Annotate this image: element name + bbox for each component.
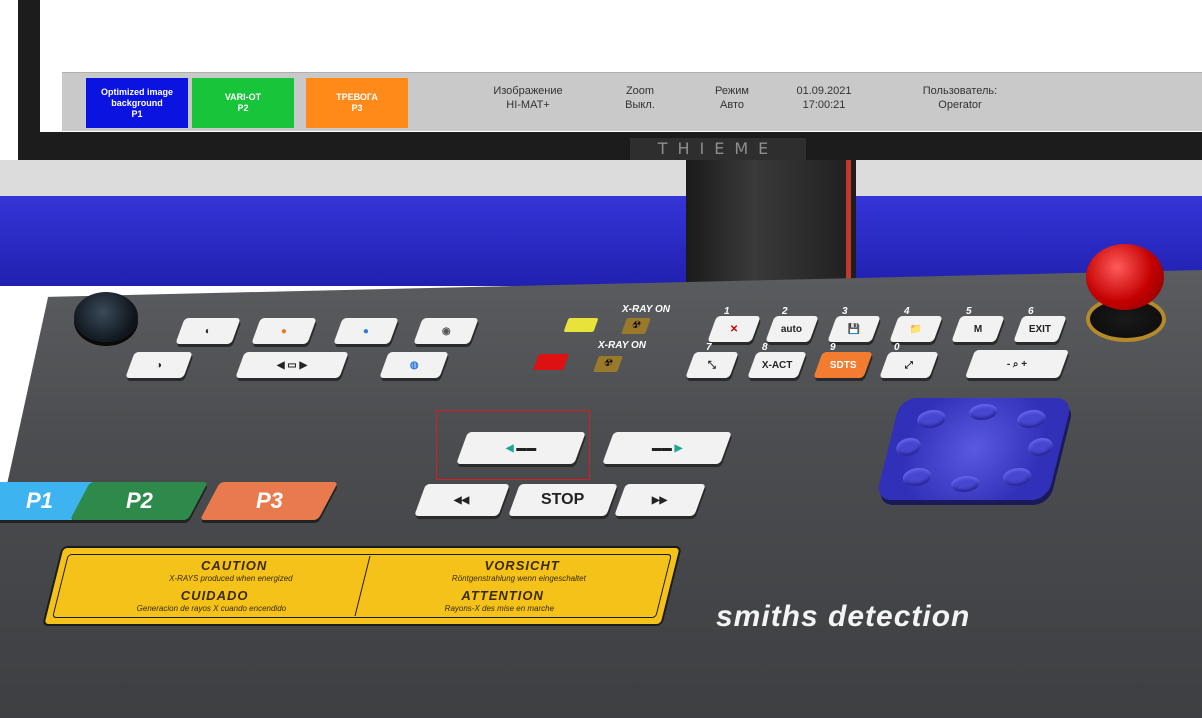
- image-mode-label: Изображение: [493, 85, 563, 97]
- exit-label: EXIT: [1028, 323, 1052, 335]
- f2-key[interactable]: ●: [251, 318, 317, 344]
- time-value: 17:00:21: [802, 99, 846, 111]
- zoom-area-icon: ⤡: [708, 359, 716, 371]
- monitor-stand-accent: [846, 160, 851, 280]
- preset-p1-panel[interactable]: Optimized image background P1: [86, 78, 188, 128]
- inorganic-icon: ●: [362, 325, 370, 337]
- image-navigation-pad[interactable]: [875, 398, 1073, 500]
- edge-icon: ◀ ▭ ▶: [276, 359, 308, 371]
- image-mode-value: HI-MAT+: [506, 99, 550, 111]
- organic-icon: ●: [280, 325, 288, 337]
- preset-p3-line1: ТРЕВОГА: [336, 92, 378, 102]
- preset-p3-code: P3: [351, 103, 363, 113]
- sdts-label: SDTS: [829, 359, 857, 371]
- datetime-field: 01.09.2021 17:00:21: [784, 84, 864, 112]
- xray-ready-lamp: [563, 318, 599, 332]
- zoom-field: Zoom Выкл.: [610, 84, 670, 112]
- preset-p2-code: P2: [237, 103, 249, 113]
- caution-de-title: VORSICHT: [484, 558, 560, 573]
- conveyor-left-icon: ◀ ▬▬: [505, 442, 537, 454]
- negative-key[interactable]: ◑: [125, 352, 193, 378]
- f1-key[interactable]: ◐: [175, 318, 241, 344]
- variable-icon: ◍: [409, 359, 419, 371]
- pad-down[interactable]: [949, 476, 982, 492]
- preset-key-p3-label: P3: [255, 488, 283, 513]
- user-label: Пользователь:: [922, 85, 998, 97]
- monitor-brand-logo: THIEME: [630, 138, 806, 160]
- xact-key[interactable]: X-ACT: [747, 352, 807, 378]
- conveyor-forward-key[interactable]: ▬▬ ▶: [602, 432, 732, 464]
- auto-label: auto: [781, 323, 803, 335]
- user-value: Operator: [938, 99, 982, 111]
- preset-p1-code: P1: [131, 108, 143, 119]
- manufacturer-logo: smiths detection: [716, 600, 971, 633]
- caution-en-title: CAUTION: [201, 558, 268, 573]
- pad-left[interactable]: [894, 438, 923, 456]
- mode-field: Режим Авто: [702, 84, 762, 112]
- contrast-icon: ◐: [204, 325, 212, 337]
- grayscale-icon: ◉: [441, 325, 451, 337]
- save-icon: 💾: [847, 323, 861, 335]
- fast-forward-icon: ▶▶: [652, 494, 668, 506]
- date-value: 01.09.2021: [796, 85, 852, 97]
- caution-fr-text: Rayons-X des mise en marche: [444, 604, 555, 613]
- menu-label: M: [973, 323, 983, 335]
- caution-en-text: X-RAYS produced when energized: [169, 574, 293, 583]
- pad-up[interactable]: [967, 404, 1000, 420]
- xray-on-label: X-RAY ON: [622, 304, 670, 315]
- conveyor-reverse-key[interactable]: ◀ ▬▬: [456, 432, 586, 464]
- mode-value: Авто: [720, 99, 744, 111]
- preset-key-p2-label: P2: [125, 488, 153, 513]
- pad-up-right[interactable]: [1015, 410, 1048, 428]
- preset-p2-line1: VARI-OT: [224, 92, 262, 102]
- pad-down-right[interactable]: [1000, 468, 1034, 486]
- caution-label: CAUTION X-RAYS produced when energized C…: [42, 546, 682, 626]
- conveyor-cover: [0, 196, 1202, 286]
- rewind-key[interactable]: ◀◀: [414, 484, 510, 516]
- zoom-label: Zoom: [625, 85, 655, 97]
- preset-p2-panel[interactable]: VARI-OT P2: [192, 78, 294, 128]
- variable-key[interactable]: ◍: [379, 352, 449, 378]
- xray-on-label: X-RAY ON: [598, 340, 646, 351]
- zoom-fit-key[interactable]: ⤢: [879, 352, 939, 378]
- caution-es-title: CUIDADO: [180, 588, 249, 603]
- preset-p1-line1: Optimized image: [100, 86, 173, 97]
- rewind-icon: ◀◀: [454, 494, 470, 506]
- caution-fr-title: ATTENTION: [461, 588, 544, 603]
- stop-label: STOP: [541, 491, 585, 508]
- mode-label: Режим: [715, 85, 749, 97]
- key-switch-knob[interactable]: [74, 292, 138, 342]
- stop-key[interactable]: STOP: [508, 484, 618, 516]
- folder-icon: 📁: [909, 323, 923, 335]
- caution-de-text: Röntgenstrahlung wenn eingeschaltet: [451, 574, 586, 583]
- f4-key[interactable]: ◉: [413, 318, 479, 344]
- pad-down-left[interactable]: [900, 468, 934, 486]
- zoom-rocker-key[interactable]: - ⌕ +: [964, 350, 1070, 378]
- pad-up-left[interactable]: [915, 410, 948, 428]
- caution-es-text: Generacion de rayos X cuando encendido: [136, 604, 287, 613]
- monitor-stand: [686, 160, 856, 290]
- sdts-key[interactable]: SDTS: [813, 352, 873, 378]
- x-icon: ✕: [729, 323, 739, 335]
- negative-icon: ◑: [155, 359, 163, 371]
- user-field: Пользователь: Operator: [900, 84, 1020, 112]
- pad-right[interactable]: [1026, 438, 1055, 456]
- edge-enhance-key[interactable]: ◀ ▭ ▶: [235, 352, 349, 378]
- xray-warning-lamp: [533, 354, 569, 370]
- expand-icon: ⤢: [905, 359, 913, 371]
- image-mode-field: Изображение HI-MAT+: [478, 84, 578, 112]
- xact-label: X-ACT: [761, 359, 793, 371]
- preset-key-p3[interactable]: P3: [199, 482, 339, 520]
- forward-key[interactable]: ▶▶: [614, 484, 706, 516]
- f3-key[interactable]: ●: [333, 318, 399, 344]
- zoom-value: Выкл.: [625, 99, 655, 111]
- zoom-rocker-label: - ⌕ +: [1006, 358, 1028, 370]
- preset-key-p2[interactable]: P2: [69, 482, 209, 520]
- emergency-stop-button[interactable]: [1086, 244, 1164, 310]
- preset-p1-line2: background: [111, 97, 163, 108]
- preset-p3-panel[interactable]: ТРЕВОГА P3: [306, 78, 408, 128]
- preset-key-p1-label: P1: [25, 488, 53, 513]
- conveyor-right-icon: ▬▬ ▶: [651, 442, 683, 454]
